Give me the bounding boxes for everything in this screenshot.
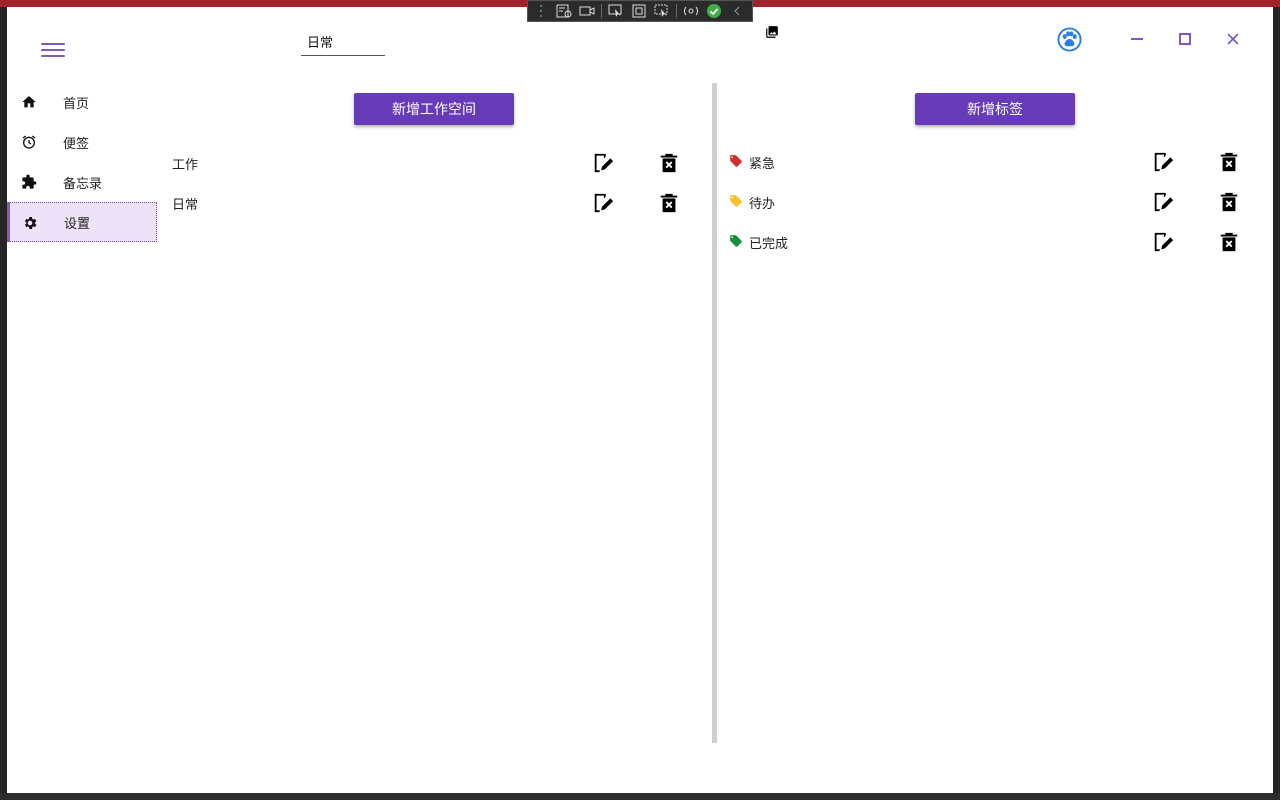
ide-edge-right <box>1273 0 1280 800</box>
tag-name: 已完成 <box>749 237 789 252</box>
tag-row: 已完成 <box>729 221 1249 261</box>
sidebar-item-memo[interactable]: 备忘录 <box>7 162 157 202</box>
workspace-row: 工作 <box>172 142 692 182</box>
layout-adorner-icon[interactable] <box>630 3 648 19</box>
paw-icon[interactable] <box>1057 27 1082 52</box>
workspace-row: 日常 <box>172 182 692 222</box>
debug-toolbar <box>527 0 753 22</box>
collapse-chevron-icon[interactable] <box>728 3 746 19</box>
tag-row: 待办 <box>729 181 1249 221</box>
sidebar-item-home[interactable]: 首页 <box>7 82 157 122</box>
sidebar-item-label: 备忘录 <box>63 176 103 192</box>
puzzle-icon <box>22 174 37 189</box>
select-element-icon[interactable] <box>607 3 625 19</box>
alarm-icon <box>22 135 36 149</box>
delete-icon[interactable] <box>658 152 680 174</box>
delete-icon[interactable] <box>1218 231 1240 253</box>
menu-toggle-icon[interactable] <box>41 39 65 57</box>
sidebar-nav: 首页 便签 备忘录 设置 <box>7 82 157 242</box>
tag-name: 待办 <box>749 197 776 212</box>
edit-icon[interactable] <box>1152 191 1174 213</box>
tag-icon <box>730 235 742 247</box>
track-focus-icon[interactable] <box>653 3 671 19</box>
edit-icon[interactable] <box>592 152 614 174</box>
workspace-select[interactable]: 日常 <box>301 36 385 56</box>
maximize-icon[interactable] <box>1175 31 1195 47</box>
live-tree-icon[interactable] <box>555 3 573 19</box>
ide-edge-left <box>0 0 7 800</box>
sidebar-item-label: 首页 <box>63 96 90 112</box>
sidebar-item-notes[interactable]: 便签 <box>7 122 157 162</box>
tag-icon <box>730 155 742 167</box>
sidebar-item-label: 设置 <box>64 216 91 232</box>
check-icon[interactable] <box>705 3 723 19</box>
ide-bottom-bar <box>0 793 1280 800</box>
toolbar-separator <box>676 4 677 18</box>
delete-icon[interactable] <box>1218 191 1240 213</box>
toolbar-separator <box>601 4 602 18</box>
add-workspace-button[interactable]: 新增工作空间 <box>354 93 514 125</box>
tag-icon <box>730 195 742 207</box>
sidebar-item-settings[interactable]: 设置 <box>7 202 157 242</box>
hot-reload-icon[interactable] <box>682 3 700 19</box>
close-icon[interactable] <box>1223 31 1243 47</box>
workspace-name: 日常 <box>172 198 199 213</box>
sidebar-item-label: 便签 <box>63 136 90 152</box>
add-tag-button[interactable]: 新增标签 <box>915 93 1075 125</box>
workspace-name: 工作 <box>172 158 199 173</box>
panel-divider[interactable] <box>712 83 717 743</box>
edit-icon[interactable] <box>592 192 614 214</box>
grip-icon[interactable] <box>532 3 550 19</box>
delete-icon[interactable] <box>1218 151 1240 173</box>
app-window: 日常 首页 便签 备忘录 设置 新增工作空间 工作 日常 新增标签 紧急 待办 … <box>7 7 1273 793</box>
tag-name: 紧急 <box>749 157 776 172</box>
delete-icon[interactable] <box>658 192 680 214</box>
minimize-icon[interactable] <box>1127 31 1147 47</box>
video-icon[interactable] <box>578 3 596 19</box>
gear-icon <box>24 217 37 229</box>
edit-icon[interactable] <box>1152 151 1174 173</box>
tag-row: 紧急 <box>729 141 1249 181</box>
edit-icon[interactable] <box>1152 231 1174 253</box>
home-icon <box>22 96 36 108</box>
image-icon[interactable] <box>765 25 779 39</box>
